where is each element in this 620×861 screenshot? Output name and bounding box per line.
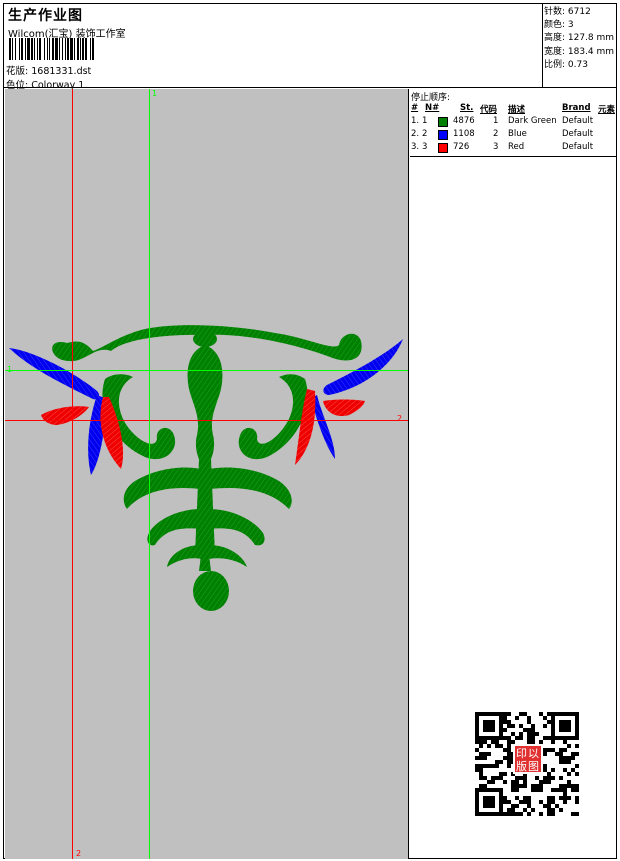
guide-green-horizontal (5, 370, 408, 371)
color-row: 3. 3 726 3 Red Default (410, 142, 616, 155)
color-row: 1. 1 4876 1 Dark Green Default (410, 116, 616, 129)
stop-number: 1. (411, 116, 420, 126)
design-stats: 针数: 6712 颜色: 3 高度: 127.8 mm 宽度: 183.4 mm… (542, 4, 616, 88)
design-height: 高度: 127.8 mm (544, 33, 615, 44)
color-count: 颜色: 3 (544, 20, 574, 31)
green-leaf-mid-right (209, 509, 265, 546)
qr-stamp-char: 图 (528, 760, 539, 773)
col-element: 元素 (598, 105, 616, 115)
guide-red-v-label: 2 (76, 849, 82, 858)
green-leaf-upper-right (209, 467, 292, 509)
guide-red-horizontal (5, 420, 408, 421)
green-leaf-mid-left (147, 509, 201, 546)
pattern-value: 1681331.dst (31, 66, 92, 77)
stitch-count: 针数: 6712 (544, 7, 591, 17)
color-table: # N# St. 代码 描述 Brand 元素 1. 1 4876 1 Dark Gre… (410, 103, 616, 157)
guide-green-v-label: 1 (152, 89, 158, 98)
col-n: N# (425, 103, 440, 113)
green-neck (199, 555, 211, 571)
description-cell: Dark Green (508, 116, 557, 126)
design-width: 宽度: 183.4 mm (544, 46, 615, 57)
needle-number: 3 (422, 142, 428, 152)
guide-red-h-label: 2 (397, 414, 403, 423)
qr-stamp-char: 以 (528, 747, 539, 760)
green-right-scroll (238, 374, 308, 460)
color-swatch (438, 130, 448, 140)
guide-green-h-label: 1 (7, 365, 13, 374)
green-drop (193, 571, 229, 611)
brand-cell: Default (562, 116, 594, 126)
embroidery-design (9, 325, 403, 611)
sheet-title: 生产作业图 (8, 8, 83, 24)
design-scale: 比例: 0.73 (544, 59, 588, 70)
brand-cell: Default (562, 142, 594, 152)
stitch-count-cell: 726 (453, 142, 470, 152)
qr-stamp-char: 印 (516, 747, 527, 760)
qr-code: 以图印版 (469, 706, 585, 818)
color-table-header: # N# St. 代码 描述 Brand 元素 (410, 103, 616, 116)
red-flame-right-outer (323, 399, 365, 417)
col-code: 代码 (480, 105, 498, 115)
qr-stamp-char: 版 (516, 759, 527, 773)
green-leaf-upper-left (123, 467, 201, 509)
col-brand: Brand (562, 103, 591, 113)
needle-number: 2 (422, 129, 428, 139)
needle-number: 1 (422, 116, 428, 126)
color-swatch (438, 143, 448, 153)
stop-sequence-title: 停止顺序: (411, 93, 451, 103)
code-cell: 1 (493, 116, 499, 126)
red-flame-left-inner (100, 397, 124, 469)
stop-number: 3. (411, 142, 420, 152)
guide-green-vertical (149, 89, 150, 859)
sheet-header: 生产作业图 Wilcom(汇宝) 装饰工作室 花版: 1681331.dst 色… (4, 4, 616, 91)
description-cell: Blue (508, 129, 527, 139)
code-cell: 3 (493, 142, 499, 152)
col-st: St. (460, 103, 474, 113)
stop-number: 2. (411, 129, 420, 139)
col-desc: 描述 (508, 105, 526, 115)
production-sheet: 生产作业图 Wilcom(汇宝) 装饰工作室 花版: 1681331.dst 色… (3, 3, 617, 859)
green-leaf-low-right (209, 545, 247, 567)
design-canvas: 1 1 2 2 (5, 89, 409, 859)
red-flame-left-outer (41, 406, 89, 425)
barcode (9, 38, 143, 60)
green-top-knob (193, 331, 217, 347)
green-center-bud (187, 345, 223, 469)
pattern-label: 花版: (6, 66, 29, 77)
green-leaf-low-left (167, 545, 201, 567)
guide-red-vertical (72, 89, 73, 859)
col-num: # (411, 103, 419, 113)
stitch-count-cell: 1108 (453, 129, 475, 139)
brand-cell: Default (562, 129, 594, 139)
color-row: 2. 2 1108 2 Blue Default (410, 129, 616, 142)
code-cell: 2 (493, 129, 499, 139)
stitch-count-cell: 4876 (453, 116, 475, 126)
color-swatch (438, 117, 448, 127)
description-cell: Red (508, 142, 525, 152)
pattern-info: 花版: 1681331.dst (6, 63, 91, 77)
